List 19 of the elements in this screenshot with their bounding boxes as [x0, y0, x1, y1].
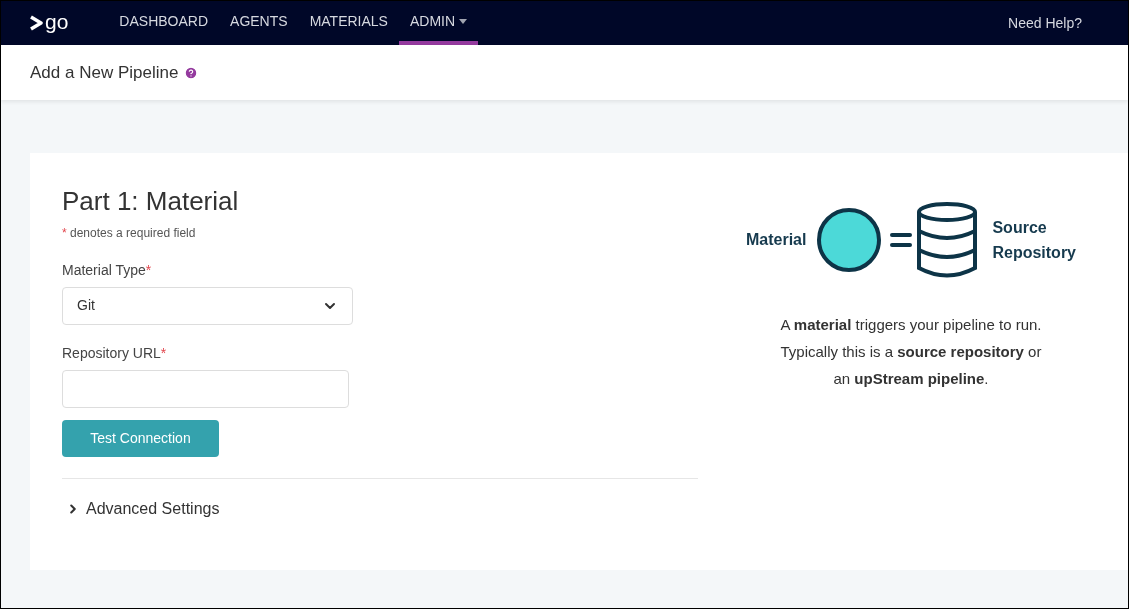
repository-url-input[interactable]: [62, 369, 349, 408]
nav-tab[interactable]: AGENTS: [219, 1, 299, 45]
caret-icon: [459, 18, 468, 24]
description-text: A material triggers your pipeline to run. Typically this is a source repository or an upStream pipeline.: [780, 315, 1042, 389]
advanced-settings-toggle[interactable]: Advanced Settings: [66, 496, 698, 521]
field-label: Material Type*: [62, 260, 153, 280]
play-logo-icon: [29, 15, 43, 31]
material-label: Material: [745, 230, 807, 250]
nav-tab[interactable]: MATERIALS: [298, 1, 399, 45]
logo-text: go: [45, 10, 69, 32]
help-icon[interactable]: [184, 65, 199, 80]
material-type-select[interactable]: Git: [62, 286, 353, 325]
field-label: Repository URL*: [62, 343, 168, 363]
help-link[interactable]: Need Help?: [1008, 12, 1082, 34]
source-repository-label: Source Repository: [992, 218, 1076, 263]
required-note: * denotes a required field: [62, 224, 197, 242]
section-title: Part 1: Material: [62, 185, 240, 218]
nav-tab[interactable]: DASHBOARD: [108, 1, 220, 45]
page-title: Add a New Pipeline: [30, 61, 179, 84]
